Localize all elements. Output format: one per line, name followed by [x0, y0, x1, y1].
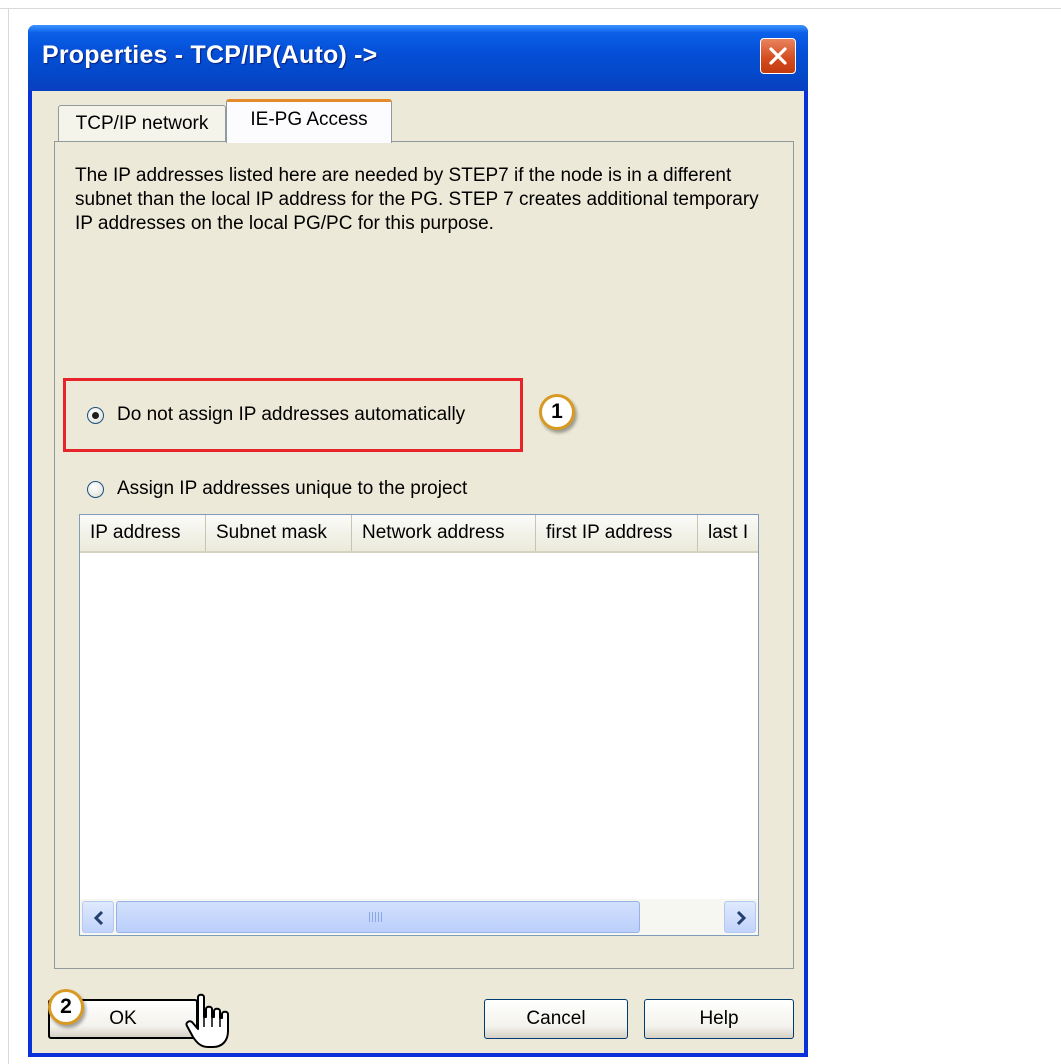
radio-button-unselected[interactable]: [87, 480, 104, 498]
tab-tcpip-network[interactable]: TCP/IP network: [58, 105, 226, 141]
tab-label: TCP/IP network: [75, 112, 209, 134]
radio-button-selected[interactable]: [87, 406, 104, 424]
hand-cursor-icon: [185, 993, 229, 1048]
radio-dot: [92, 411, 99, 419]
column-header-first-ip-address[interactable]: first IP address: [536, 515, 698, 551]
column-header-subnet-mask[interactable]: Subnet mask: [206, 515, 352, 551]
scroll-right-button[interactable]: [724, 901, 756, 933]
radio-unique[interactable]: Assign IP addresses unique to the projec…: [87, 478, 467, 500]
tab-panel: The IP addresses listed here are needed …: [54, 141, 794, 969]
close-button[interactable]: [760, 38, 796, 74]
radio-unique-label: Assign IP addresses unique to the projec…: [117, 478, 468, 499]
scroll-thumb[interactable]: [116, 901, 640, 933]
step-1-number: 1: [551, 400, 563, 423]
chevron-left-icon: [93, 911, 104, 925]
page-border-left: [8, 8, 9, 1064]
step-2-number: 2: [60, 995, 72, 1018]
close-icon: [769, 47, 787, 65]
tab-ie-pg-access[interactable]: IE-PG Access: [226, 99, 392, 143]
ip-address-list[interactable]: IP address Subnet mask Network address f…: [79, 514, 759, 936]
help-button[interactable]: Help: [644, 999, 794, 1039]
scroll-grip-icon: [369, 912, 383, 922]
column-header-last-ip-address[interactable]: last I: [698, 515, 758, 551]
properties-dialog: Properties - TCP/IP(Auto) -> TCP/IP netw…: [28, 25, 808, 1057]
scroll-left-button[interactable]: [82, 901, 114, 933]
description-text: The IP addresses listed here are needed …: [75, 165, 759, 234]
radio-no-assign-label: Do not assign IP addresses automatically: [117, 404, 466, 425]
step-1-badge: 1: [539, 394, 575, 430]
step-2-badge: 2: [48, 989, 84, 1025]
dialog-client-area: TCP/IP network IE-PG Access The IP addre…: [32, 91, 804, 1053]
column-header-ip-address[interactable]: IP address: [80, 515, 206, 551]
list-header: IP address Subnet mask Network address f…: [80, 515, 758, 553]
title-bar[interactable]: Properties - TCP/IP(Auto) ->: [28, 25, 808, 91]
column-header-network-address[interactable]: Network address: [352, 515, 536, 551]
horizontal-scrollbar[interactable]: [80, 899, 758, 935]
chevron-right-icon: [736, 911, 747, 925]
radio-no-assign[interactable]: Do not assign IP addresses automatically: [87, 404, 465, 426]
tab-label: IE-PG Access: [250, 108, 368, 130]
window-title: Properties - TCP/IP(Auto) ->: [42, 41, 378, 69]
cancel-button[interactable]: Cancel: [484, 999, 628, 1039]
page-border-top: [0, 8, 1061, 9]
